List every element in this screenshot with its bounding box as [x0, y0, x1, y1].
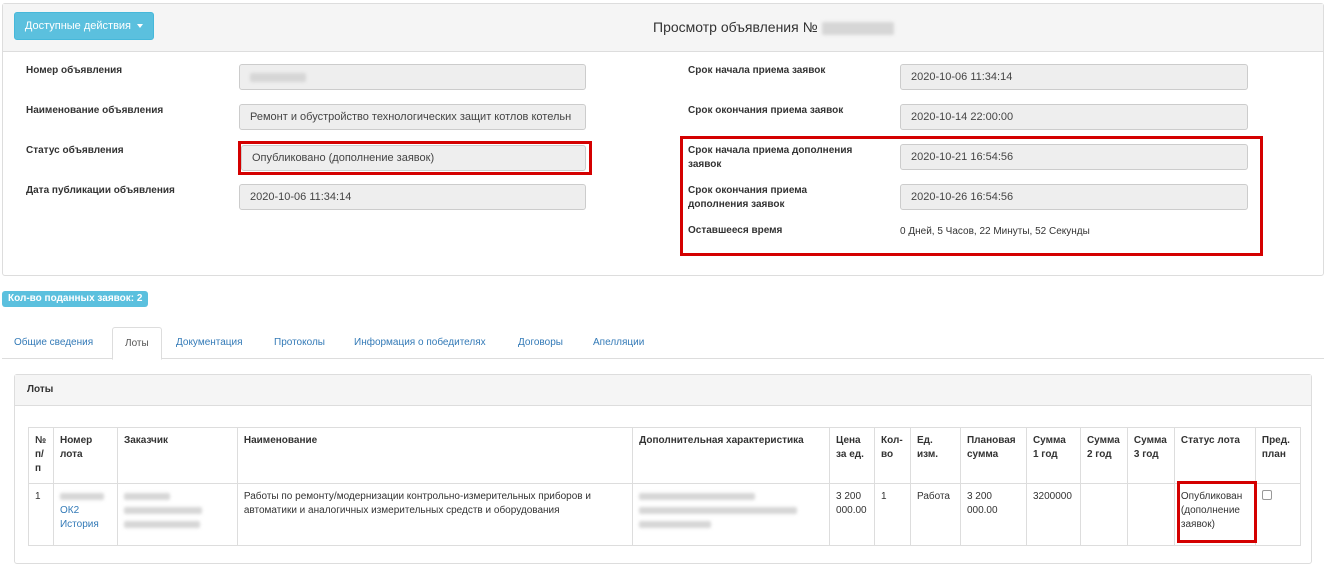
col-preplan: Пред. план — [1254, 427, 1302, 484]
cell-y1: 3200000 — [1025, 483, 1081, 546]
tab-documentation[interactable]: Документация — [164, 327, 255, 359]
lots-panel-title: Лоты — [15, 375, 1311, 406]
name-field[interactable]: Ремонт и обустройство технологических за… — [239, 104, 586, 130]
col-unit: Ед. изм. — [909, 427, 961, 484]
lot-history-link[interactable]: История — [60, 518, 111, 532]
number-label: Номер объявления — [26, 65, 123, 76]
redacted-number — [821, 21, 894, 35]
tab-bar: Общие сведения Лоты Документация Протоко… — [2, 327, 1324, 360]
available-actions-button[interactable]: Доступные действия — [14, 12, 154, 40]
cell-name: Работы по ремонту/модернизации контрольн… — [236, 483, 634, 546]
col-y2: Сумма 2 год — [1079, 427, 1128, 484]
redacted-number-value — [250, 72, 306, 82]
name-label: Наименование объявления — [26, 105, 164, 116]
available-actions-label: Доступные действия — [24, 20, 132, 32]
tab-appeals[interactable]: Апелляции — [581, 327, 656, 359]
table-row: 1 ОК2 История Работы по ремонту/модерниз… — [28, 483, 1302, 546]
cell-extra — [632, 483, 831, 546]
col-qty: Кол-во — [874, 427, 911, 484]
col-y1: Сумма 1 год — [1025, 427, 1081, 484]
start-field[interactable]: 2020-10-06 11:34:14 — [900, 64, 1248, 90]
redacted-lot-number — [59, 492, 104, 500]
lot-code-link[interactable]: ОК2 — [60, 504, 111, 518]
cell-customer — [116, 483, 238, 546]
col-customer: Заказчик — [116, 427, 238, 484]
status-label: Статус объявления — [26, 145, 124, 156]
table-header-row: № п/п Номер лота Заказчик Наименование Доп… — [28, 427, 1302, 484]
pub-date-label: Дата публикации объявления — [26, 185, 175, 196]
cell-qty: 1 — [874, 483, 911, 546]
pub-date-field[interactable]: 2020-10-06 11:34:14 — [239, 184, 586, 210]
preplan-checkbox[interactable] — [1261, 490, 1272, 500]
col-name: Наименование — [236, 427, 634, 484]
status-highlight — [238, 141, 592, 175]
col-status: Статус лота — [1173, 427, 1256, 484]
cell-lot: ОК2 История — [52, 483, 118, 546]
tab-winners[interactable]: Информация о победителях — [342, 327, 498, 359]
col-plan: Плановая сумма — [959, 427, 1027, 484]
end-label: Срок окончания приема заявок — [688, 105, 844, 116]
col-extra: Дополнительная характеристика — [632, 427, 831, 484]
tab-contracts[interactable]: Договоры — [506, 327, 575, 359]
lot-status-highlight — [1177, 481, 1257, 543]
supplement-highlight — [680, 136, 1263, 256]
col-lot: Номер лота — [52, 427, 118, 484]
cell-preplan — [1254, 483, 1302, 546]
cell-y2 — [1079, 483, 1128, 546]
tab-lots[interactable]: Лоты — [112, 327, 162, 360]
col-y3: Сумма 3 год — [1126, 427, 1175, 484]
cell-num: 1 — [28, 483, 54, 546]
caret-down-icon — [137, 24, 144, 29]
panel-header: Доступные действия Просмотр объявления № — [3, 4, 1323, 52]
cell-price: 3 200 000.00 — [829, 483, 875, 546]
tab-protocols[interactable]: Протоколы — [262, 327, 337, 359]
tab-general[interactable]: Общие сведения — [2, 327, 105, 359]
lots-table: № п/п Номер лота Заказчик Наименование Доп… — [28, 427, 1302, 546]
col-price: Цена за ед. — [829, 427, 875, 484]
cell-unit: Работа — [909, 483, 961, 546]
cell-plan: 3 200 000.00 — [959, 483, 1027, 546]
applications-count-badge: Кол-во поданных заявок: 2 — [2, 291, 149, 307]
cell-y3 — [1126, 483, 1175, 546]
col-num: № п/п — [28, 427, 54, 484]
page-title: Просмотр объявления № — [653, 19, 894, 35]
number-field[interactable] — [239, 64, 586, 90]
start-label: Срок начала приема заявок — [688, 65, 826, 76]
end-field[interactable]: 2020-10-14 22:00:00 — [900, 104, 1248, 130]
lots-panel: Лоты № п/п Номер лота Заказчик Наименовани… — [14, 374, 1312, 564]
